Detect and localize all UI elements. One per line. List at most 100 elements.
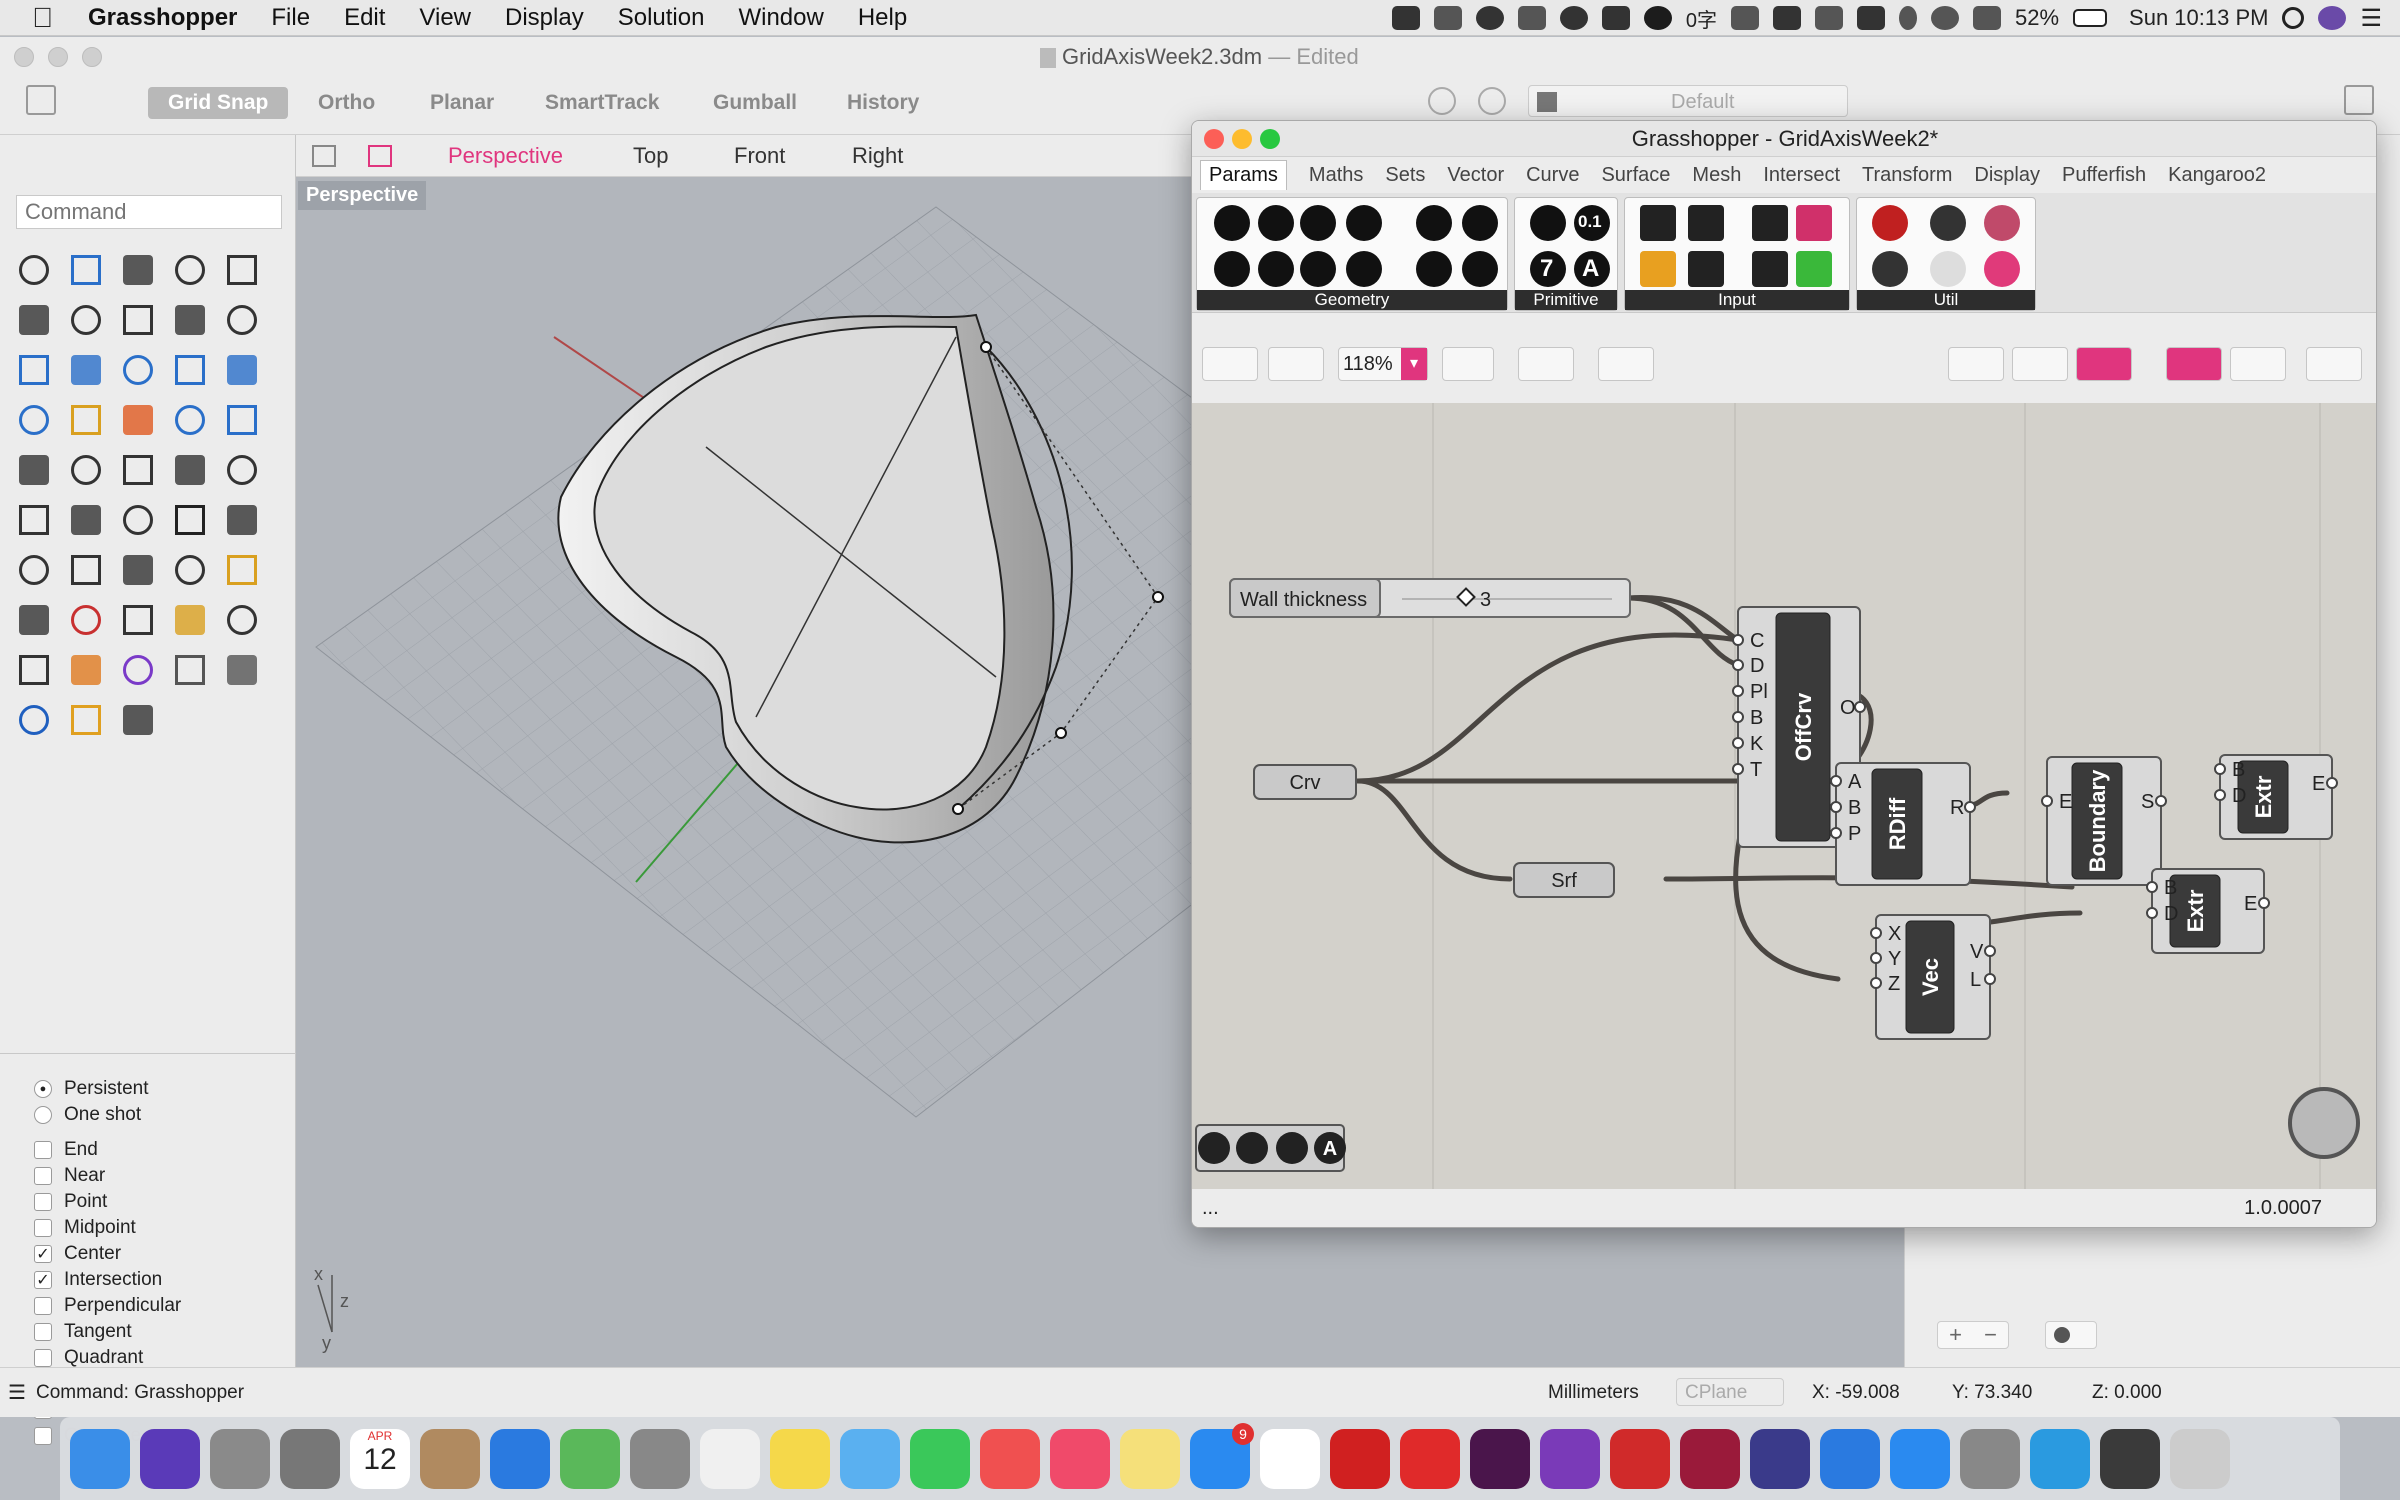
- util-tree-icon[interactable]: [1872, 251, 1908, 287]
- gh-tab-intersect[interactable]: Intersect: [1763, 164, 1840, 187]
- polygon-icon[interactable]: [62, 295, 110, 345]
- input-colour-icon[interactable]: [1640, 251, 1676, 287]
- rdiff-output-r[interactable]: [1964, 801, 1976, 813]
- widget-curve-icon[interactable]: [1236, 1132, 1268, 1164]
- extr1-output-e[interactable]: [2326, 777, 2338, 789]
- menu-view[interactable]: View: [419, 4, 471, 32]
- rdiff-input-p[interactable]: [1830, 827, 1842, 839]
- align-icon[interactable]: [114, 695, 162, 745]
- lock-icon[interactable]: [10, 645, 58, 695]
- radio-button[interactable]: [34, 1106, 52, 1124]
- preview-off-icon[interactable]: [1948, 347, 2004, 381]
- osnap-end[interactable]: End: [34, 1139, 98, 1161]
- chrome-dock-icon[interactable]: [1260, 1428, 1320, 1489]
- ortho-toggle[interactable]: Ortho: [318, 87, 375, 119]
- scale-icon[interactable]: [62, 345, 110, 395]
- gh-tab-curve[interactable]: Curve: [1526, 164, 1579, 187]
- messages-dock-icon[interactable]: [840, 1428, 900, 1489]
- cplane-dropdown[interactable]: CPlane: [1676, 1378, 1784, 1406]
- history-toggle[interactable]: History: [847, 87, 919, 119]
- move-icon[interactable]: [166, 395, 214, 445]
- open-file-icon[interactable]: [1202, 347, 1258, 381]
- osnap-point[interactable]: Point: [34, 1191, 107, 1213]
- checkbox[interactable]: [34, 1193, 52, 1211]
- creative-cloud-icon[interactable]: [1475, 6, 1504, 30]
- zoom-icon[interactable]: [62, 545, 110, 595]
- param-circle-icon[interactable]: [1258, 205, 1294, 241]
- osnap-near[interactable]: Near: [34, 1165, 105, 1187]
- close-button[interactable]: [14, 47, 34, 67]
- zoom-dock-icon[interactable]: [1890, 1428, 1950, 1489]
- tab-front[interactable]: Front: [734, 143, 785, 169]
- record-icon[interactable]: [1428, 87, 1456, 115]
- view-icon[interactable]: [218, 495, 266, 545]
- system-preferences-dock-icon[interactable]: [280, 1428, 340, 1489]
- offcrv-output-o[interactable]: [1854, 701, 1866, 713]
- explode-icon[interactable]: [114, 395, 162, 445]
- maps-dock-icon[interactable]: [560, 1428, 620, 1489]
- input-swatch-icon[interactable]: [1796, 251, 1832, 287]
- osnap-tangent[interactable]: Tangent: [34, 1321, 132, 1343]
- mic-icon[interactable]: [1731, 6, 1759, 30]
- sketch-icon[interactable]: [1598, 347, 1654, 381]
- checkbox[interactable]: [34, 1297, 52, 1315]
- navigation-compass[interactable]: [2288, 1087, 2360, 1159]
- util-arrow-icon[interactable]: [1930, 251, 1966, 287]
- split-view-icon[interactable]: [166, 595, 214, 645]
- gh-tab-surface[interactable]: Surface: [1601, 164, 1670, 187]
- extr1-input-b[interactable]: [2214, 763, 2226, 775]
- util-cherry-icon[interactable]: [1872, 205, 1908, 241]
- gh-tab-pufferfish[interactable]: Pufferfish: [2062, 164, 2146, 187]
- plus-icon[interactable]: +: [1949, 1322, 1962, 1348]
- gh-tab-mesh[interactable]: Mesh: [1692, 164, 1741, 187]
- dropbox-icon[interactable]: [1433, 6, 1462, 30]
- calculator-dock-icon[interactable]: [630, 1428, 690, 1489]
- array-icon[interactable]: [10, 495, 58, 545]
- tab-perspective[interactable]: Perspective: [448, 143, 563, 169]
- menu-window[interactable]: Window: [738, 4, 823, 32]
- rdiff-input-b[interactable]: [1830, 801, 1842, 813]
- gh-tab-display[interactable]: Display: [1974, 164, 2040, 187]
- input-gradient-icon[interactable]: [1796, 205, 1832, 241]
- offcrv-input-c[interactable]: [1732, 634, 1744, 646]
- minus-icon[interactable]: −: [1984, 1322, 1997, 1348]
- osnap-perpendicular[interactable]: Perpendicular: [34, 1295, 181, 1317]
- cloud-upload-icon[interactable]: [1559, 6, 1588, 30]
- transform-icon[interactable]: [10, 345, 58, 395]
- teamviewer-dock-icon[interactable]: [1820, 1428, 1880, 1489]
- onenote-dock-icon[interactable]: [1540, 1428, 1600, 1489]
- clock[interactable]: Sun 10:13 PM: [2129, 5, 2268, 31]
- camera-status-icon[interactable]: [1391, 6, 1420, 30]
- vec-output-v[interactable]: [1984, 945, 1996, 957]
- safari-dock-icon[interactable]: [490, 1428, 550, 1489]
- smarttrack-toggle[interactable]: SmartTrack: [545, 87, 659, 119]
- notification-center-icon[interactable]: ☰: [2360, 4, 2382, 33]
- viewport-label[interactable]: Perspective: [298, 181, 427, 210]
- param-plane-icon[interactable]: [1346, 251, 1382, 287]
- input-button-icon[interactable]: [1688, 251, 1724, 287]
- menu-app[interactable]: Grasshopper: [88, 4, 237, 32]
- checkbox[interactable]: [34, 1167, 52, 1185]
- checkbox[interactable]: [34, 1427, 52, 1445]
- osnap-center[interactable]: ✓ Center: [34, 1243, 121, 1265]
- point-icon[interactable]: [62, 245, 110, 295]
- mendeley-dock-icon[interactable]: [1680, 1428, 1740, 1489]
- menu-lines-icon[interactable]: ☰: [8, 1380, 26, 1405]
- input-toggle-icon[interactable]: [1688, 205, 1724, 241]
- extr2-input-b[interactable]: [2146, 881, 2158, 893]
- gumball-toggle[interactable]: Gumball: [713, 87, 797, 119]
- param-brep-icon[interactable]: [1462, 205, 1498, 241]
- viewport-grid-icon[interactable]: [312, 145, 336, 167]
- facetime-dock-icon[interactable]: [910, 1428, 970, 1489]
- viewport-single-icon[interactable]: [368, 145, 392, 167]
- boolean-icon[interactable]: [10, 445, 58, 495]
- dimension-icon[interactable]: [218, 445, 266, 495]
- trim-icon[interactable]: [166, 445, 214, 495]
- param-field-icon[interactable]: [1462, 251, 1498, 287]
- param-curve-icon[interactable]: [1300, 205, 1336, 241]
- bi-icon[interactable]: [1601, 6, 1630, 30]
- gh-tab-transform[interactable]: Transform: [1862, 164, 1952, 187]
- rotate-view-icon[interactable]: [166, 545, 214, 595]
- orbit-icon[interactable]: [10, 595, 58, 645]
- gumball-icon[interactable]: [62, 495, 110, 545]
